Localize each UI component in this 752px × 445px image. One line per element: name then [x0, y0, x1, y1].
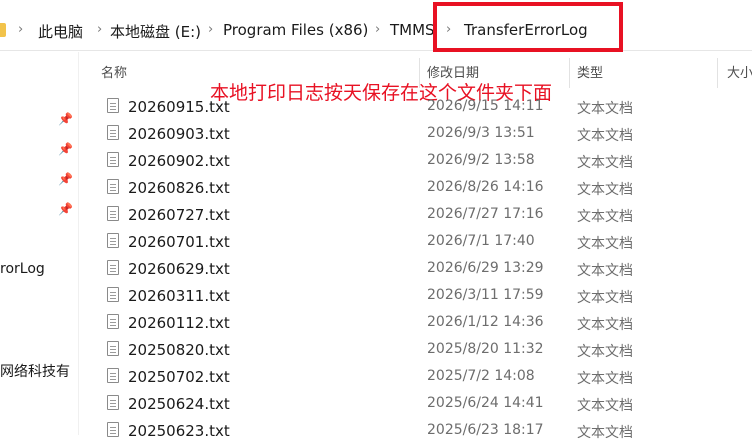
file-date-modified: 2026/9/2 13:58: [427, 152, 535, 168]
file-name: 20260727.txt: [128, 206, 230, 224]
file-type: 文本文档: [577, 101, 633, 117]
file-name: 20260311.txt: [128, 287, 230, 305]
text-file-icon: [107, 314, 119, 329]
column-divider[interactable]: [717, 58, 718, 88]
text-file-icon: [107, 98, 119, 113]
pin-icon[interactable]: 📌: [58, 172, 73, 186]
file-list: 20260915.txt 2026/9/15 14:11 文本文档 20260903.…: [79, 94, 752, 445]
file-name: 20260112.txt: [128, 314, 230, 332]
file-name: 20250623.txt: [128, 422, 230, 440]
file-row[interactable]: 20260826.txt 2026/8/26 14:16 文本文档: [79, 175, 752, 202]
file-row[interactable]: 20260902.txt 2026/9/2 13:58 文本文档: [79, 148, 752, 175]
file-date-modified: 2026/9/15 14:11: [427, 98, 544, 114]
file-type: 文本文档: [577, 263, 633, 279]
file-row[interactable]: 20260701.txt 2026/7/1 17:40 文本文档: [79, 229, 752, 256]
column-header-size[interactable]: 大小: [727, 62, 752, 81]
highlight-box: [433, 2, 623, 52]
text-file-icon: [107, 368, 119, 383]
file-row[interactable]: 20260112.txt 2026/1/12 14:36 文本文档: [79, 310, 752, 337]
file-name: 20260629.txt: [128, 260, 230, 278]
file-name: 20250702.txt: [128, 368, 230, 386]
file-type: 文本文档: [577, 155, 633, 171]
folder-icon: [0, 23, 6, 37]
text-file-icon: [107, 233, 119, 248]
file-type: 文本文档: [577, 398, 633, 414]
chevron-right-icon: ›: [97, 22, 103, 37]
file-name: 20260915.txt: [128, 98, 230, 116]
address-bar[interactable]: › 此电脑 › 本地磁盘 (E:) › Program Files (x86) …: [0, 12, 752, 51]
breadcrumb-this-pc[interactable]: 此电脑: [38, 21, 83, 42]
file-date-modified: 2025/8/20 11:32: [427, 341, 544, 357]
file-date-modified: 2026/7/27 17:16: [427, 206, 544, 222]
file-type: 文本文档: [577, 209, 633, 225]
file-name: 20250820.txt: [128, 341, 230, 359]
text-file-icon: [107, 125, 119, 140]
file-date-modified: 2026/8/26 14:16: [427, 179, 544, 195]
column-header-name[interactable]: 名称: [101, 62, 127, 81]
pin-icon[interactable]: 📌: [58, 112, 73, 126]
column-divider[interactable]: [569, 58, 570, 88]
file-row[interactable]: 20250702.txt 2025/7/2 14:08 文本文档: [79, 364, 752, 391]
nav-item-transfer-error-log[interactable]: rorLog: [0, 261, 45, 277]
file-date-modified: 2026/7/1 17:40: [427, 233, 535, 249]
file-row[interactable]: 20250624.txt 2025/6/24 14:41 文本文档: [79, 391, 752, 418]
file-name: 20260701.txt: [128, 233, 230, 251]
file-row[interactable]: 20250820.txt 2025/8/20 11:32 文本文档: [79, 337, 752, 364]
breadcrumb-local-disk-e[interactable]: 本地磁盘 (E:): [110, 21, 201, 42]
file-type: 文本文档: [577, 371, 633, 387]
chevron-right-icon: ›: [18, 22, 24, 37]
file-type: 文本文档: [577, 182, 633, 198]
file-name: 20250624.txt: [128, 395, 230, 413]
file-type: 文本文档: [577, 317, 633, 333]
file-row[interactable]: 20260903.txt 2026/9/3 13:51 文本文档: [79, 121, 752, 148]
file-type: 文本文档: [577, 425, 633, 441]
file-row[interactable]: 20260727.txt 2026/7/27 17:16 文本文档: [79, 202, 752, 229]
file-date-modified: 2025/7/2 14:08: [427, 368, 535, 384]
navigation-pane[interactable]: 📌 📌 📌 📌 rorLog 网络科技有: [0, 52, 78, 435]
file-name: 20260903.txt: [128, 125, 230, 143]
text-file-icon: [107, 260, 119, 275]
nav-item-company[interactable]: 网络科技有: [0, 361, 70, 381]
file-date-modified: 2026/9/3 13:51: [427, 125, 535, 141]
file-name: 20260902.txt: [128, 152, 230, 170]
file-type: 文本文档: [577, 236, 633, 252]
file-date-modified: 2025/6/24 14:41: [427, 395, 544, 411]
file-type: 文本文档: [577, 290, 633, 306]
text-file-icon: [107, 395, 119, 410]
file-date-modified: 2026/3/11 17:59: [427, 287, 544, 303]
file-date-modified: 2026/1/12 14:36: [427, 314, 544, 330]
file-date-modified: 2026/6/29 13:29: [427, 260, 544, 276]
file-row[interactable]: 20260629.txt 2026/6/29 13:29 文本文档: [79, 256, 752, 283]
breadcrumb-program-files-x86[interactable]: Program Files (x86): [223, 21, 368, 39]
file-row[interactable]: 20250623.txt 2025/6/23 18:17 文本文档: [79, 418, 752, 445]
pin-icon[interactable]: 📌: [58, 142, 73, 156]
file-name: 20260826.txt: [128, 179, 230, 197]
file-type: 文本文档: [577, 344, 633, 360]
file-row[interactable]: 20260915.txt 2026/9/15 14:11 文本文档: [79, 94, 752, 121]
pin-icon[interactable]: 📌: [58, 202, 73, 216]
text-file-icon: [107, 179, 119, 194]
column-header-type[interactable]: 类型: [577, 62, 603, 81]
file-date-modified: 2025/6/23 18:17: [427, 422, 544, 438]
text-file-icon: [107, 341, 119, 356]
text-file-icon: [107, 287, 119, 302]
text-file-icon: [107, 206, 119, 221]
chevron-right-icon: ›: [208, 22, 214, 37]
file-type: 文本文档: [577, 128, 633, 144]
file-row[interactable]: 20260311.txt 2026/3/11 17:59 文本文档: [79, 283, 752, 310]
chevron-right-icon: ›: [375, 22, 381, 37]
breadcrumb-tmms[interactable]: TMMS: [390, 21, 435, 39]
text-file-icon: [107, 152, 119, 167]
